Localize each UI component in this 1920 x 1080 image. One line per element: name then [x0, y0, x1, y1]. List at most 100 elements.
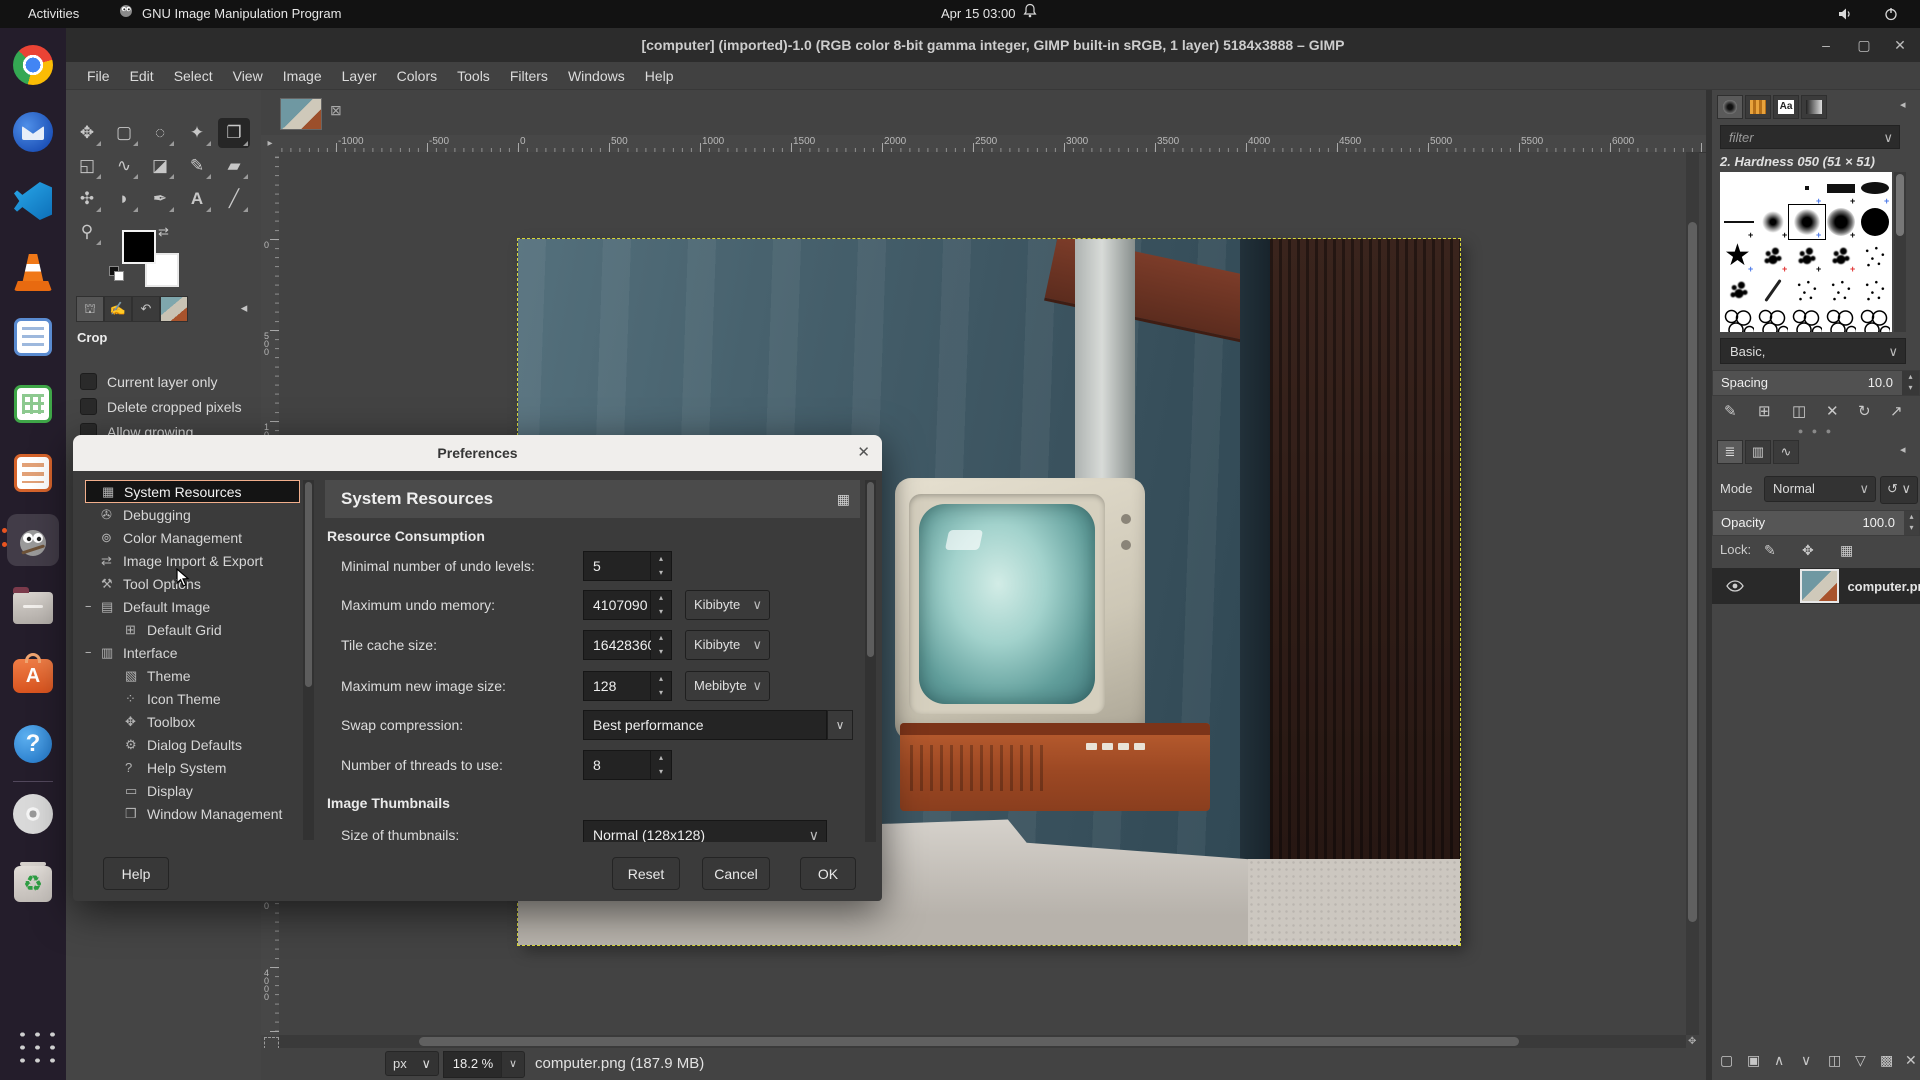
vertical-scrollbar[interactable]	[1686, 152, 1699, 1035]
max-new-image-input[interactable]: 128	[583, 671, 651, 701]
tree-scrollbar[interactable]	[303, 480, 314, 840]
brush-specks-sparse[interactable]	[1862, 277, 1888, 303]
tab-channels[interactable]: ▥	[1745, 440, 1771, 464]
layer-list-item[interactable]: computer.png	[1712, 568, 1920, 604]
scrollbar-thumb[interactable]	[1896, 174, 1904, 236]
duplicate-brush-icon[interactable]: ◫	[1792, 402, 1806, 420]
free-select-tool[interactable]	[144, 118, 176, 148]
tree-item-dialog-defaults[interactable]: ⚙Dialog Defaults	[85, 733, 300, 756]
panel-collapse-icon[interactable]: ◂	[231, 296, 257, 320]
tree-item-default-grid[interactable]: ⊞Default Grid	[85, 618, 300, 641]
help-button[interactable]: Help	[103, 857, 169, 890]
default-colors-icon[interactable]	[109, 266, 123, 280]
text-tool[interactable]	[181, 184, 213, 214]
brush-filter-input[interactable]: filter ∨	[1720, 125, 1900, 149]
undo-memory-input[interactable]: 4107090	[583, 590, 651, 620]
lower-layer-icon[interactable]: ∨	[1801, 1052, 1811, 1069]
close-button[interactable]: ✕	[1882, 28, 1918, 62]
panel-collapse-icon[interactable]: ◂	[1900, 98, 1906, 111]
tree-item-theme[interactable]: ▧Theme	[85, 664, 300, 687]
thumbnail-size-dropdown[interactable]: Normal (128x128) ∨	[583, 820, 827, 842]
brush-grid-scrollbar[interactable]	[1894, 172, 1906, 332]
raise-layer-icon[interactable]: ∧	[1774, 1052, 1784, 1069]
ok-button[interactable]: OK	[800, 857, 856, 890]
menu-edit[interactable]: Edit	[121, 65, 163, 87]
brush-cells[interactable]	[1724, 309, 1754, 332]
tile-cache-input[interactable]: 16428360	[583, 630, 651, 660]
brush-thin-line[interactable]	[1724, 221, 1754, 223]
tree-item-toolbox[interactable]: ✥Toolbox	[85, 710, 300, 733]
brush-splatter-soft[interactable]	[1862, 243, 1888, 269]
tile-cache-unit-dropdown[interactable]: Kibibyte∨	[685, 630, 770, 660]
brush-cells[interactable]	[1860, 309, 1890, 332]
spinner-arrows[interactable]: ▴▾	[651, 590, 672, 620]
tree-item-interface[interactable]: −▥Interface	[85, 641, 300, 664]
dock-item-vscode[interactable]	[9, 177, 57, 225]
lock-position-icon[interactable]: ✥	[1802, 542, 1814, 559]
brush-cells[interactable]	[1758, 309, 1788, 332]
foreground-color-swatch[interactable]	[122, 230, 156, 264]
add-mask-icon[interactable]: ▩	[1880, 1052, 1893, 1069]
move-tool[interactable]	[71, 118, 103, 148]
option-delete-cropped-pixels[interactable]: Delete cropped pixels	[80, 398, 242, 415]
panel-collapse-icon[interactable]: ◂	[1900, 443, 1906, 456]
eraser-tool[interactable]	[218, 151, 250, 181]
brush-ellipse[interactable]	[1861, 182, 1889, 194]
tree-item-color-management[interactable]: ⊚Color Management	[85, 526, 300, 549]
dock-item-disc[interactable]	[9, 790, 57, 838]
dock-item-thunderbird[interactable]	[9, 108, 57, 156]
image-tab-thumbnail[interactable]	[280, 98, 322, 130]
dock-item-libreoffice-writer[interactable]	[9, 313, 57, 361]
dock-handle[interactable]: ● ● ●	[1712, 426, 1920, 436]
menu-layer[interactable]: Layer	[333, 65, 386, 87]
brush-cells[interactable]	[1792, 309, 1822, 332]
new-brush-icon[interactable]: ⊞	[1758, 402, 1771, 420]
dock-item-vlc[interactable]	[9, 248, 57, 296]
swap-compression-dropdown[interactable]: Best performance	[583, 710, 827, 740]
clock-menu[interactable]: Apr 15 03:00	[941, 0, 1037, 28]
menu-help[interactable]: Help	[636, 65, 683, 87]
menu-colors[interactable]: Colors	[388, 65, 446, 87]
zoom-dropdown-icon[interactable]: ∨	[501, 1051, 525, 1078]
refresh-brushes-icon[interactable]: ↻	[1858, 402, 1871, 420]
tree-expander-icon[interactable]: −	[85, 601, 101, 613]
zoom-tool[interactable]	[71, 217, 103, 247]
scrollbar-thumb[interactable]	[1688, 222, 1697, 922]
horizontal-scrollbar[interactable]	[279, 1035, 1686, 1048]
dock-item-app-center[interactable]: A	[9, 652, 57, 700]
brush-soft-small[interactable]	[1762, 211, 1784, 233]
tab-tool-options[interactable]: ⛫	[76, 296, 104, 322]
tab-gradients[interactable]	[1801, 95, 1827, 119]
duplicate-layer-icon[interactable]: ◫	[1828, 1052, 1841, 1069]
tab-undo-history[interactable]: ↶	[132, 296, 160, 322]
undo-levels-input[interactable]: 5	[583, 551, 651, 581]
option-current-layer-only[interactable]: Current layer only	[80, 373, 218, 390]
clone-tool[interactable]	[71, 184, 103, 214]
brush-dot-tiny[interactable]	[1805, 186, 1809, 190]
power-icon[interactable]	[1884, 0, 1898, 28]
menu-select[interactable]: Select	[165, 65, 222, 87]
tab-layers[interactable]: ≣	[1717, 440, 1743, 464]
lock-alpha-icon[interactable]: ▦	[1840, 542, 1853, 559]
fuzzy-select-tool[interactable]	[181, 118, 213, 148]
brush-streak[interactable]	[1764, 278, 1781, 301]
merge-down-icon[interactable]: ▽	[1855, 1052, 1866, 1069]
brush-grid[interactable]: + + + + + + + + + + +	[1720, 172, 1892, 332]
spinner-arrows[interactable]: ▴▾	[651, 671, 672, 701]
opacity-spinner[interactable]: ▴▾	[1904, 511, 1919, 535]
brush-cells[interactable]	[1826, 309, 1856, 332]
page-scrollbar[interactable]	[865, 480, 876, 842]
undo-memory-unit-dropdown[interactable]: Kibibyte∨	[685, 590, 770, 620]
ruler-origin-icon[interactable]: ▸	[261, 135, 279, 152]
tree-item-debugging[interactable]: ✇Debugging	[85, 503, 300, 526]
lock-pixels-icon[interactable]: ✎	[1764, 542, 1776, 559]
new-layer-icon[interactable]: ▢	[1720, 1052, 1733, 1069]
dock-item-files[interactable]	[9, 584, 57, 632]
reset-button[interactable]: Reset	[612, 857, 680, 890]
paintbrush-tool[interactable]	[181, 151, 213, 181]
menu-filters[interactable]: Filters	[501, 65, 557, 87]
mode-switch-icon[interactable]: ↺ ∨	[1880, 476, 1918, 504]
chevron-down-icon[interactable]: ∨	[827, 710, 853, 740]
visibility-eye-icon[interactable]	[1726, 580, 1744, 592]
delete-layer-icon[interactable]: ✕	[1905, 1052, 1917, 1069]
